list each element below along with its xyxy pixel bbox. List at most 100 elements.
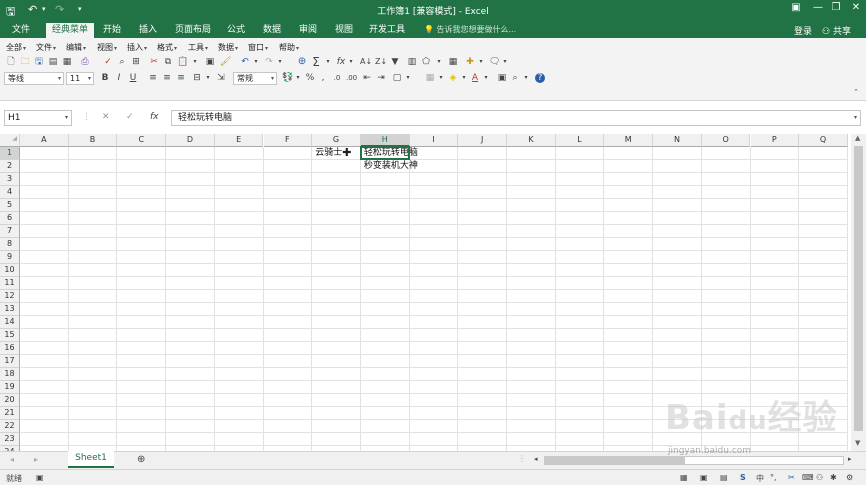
ime-skin-icon[interactable]: ✱: [830, 473, 837, 482]
cancel-icon[interactable]: ✕: [102, 112, 110, 122]
increase-indent-icon[interactable]: ⇥: [376, 73, 386, 83]
save-icon[interactable]: 🖫: [34, 57, 44, 67]
font-size-select[interactable]: 11 ▾: [66, 72, 94, 85]
enter-icon[interactable]: ✓: [126, 112, 134, 122]
help-icon[interactable]: ?: [535, 73, 545, 83]
close-button[interactable]: ✕: [846, 2, 866, 13]
restore-button[interactable]: ❐: [826, 2, 846, 13]
collapse-ribbon-icon[interactable]: ⌃: [851, 87, 861, 97]
number-format-select[interactable]: 常规 ▾: [233, 72, 277, 85]
scroll-right-icon[interactable]: ▸: [848, 455, 852, 463]
formula-input[interactable]: 轻松玩转电脑 ▾: [171, 110, 861, 126]
row-header-22[interactable]: 22: [0, 420, 20, 433]
drawing-icon[interactable]: ⬠: [421, 57, 431, 67]
function-dropdown-icon[interactable]: ▾: [346, 57, 356, 67]
row-header-12[interactable]: 12: [0, 290, 20, 303]
cut-icon[interactable]: ✂: [149, 57, 159, 67]
menu-all[interactable]: 全部: [6, 42, 26, 53]
bold-icon[interactable]: B: [100, 73, 110, 83]
row-header-14[interactable]: 14: [0, 316, 20, 329]
scroll-down-icon[interactable]: ▼: [855, 439, 860, 447]
borders-icon[interactable]: ▢: [392, 73, 402, 83]
function-icon[interactable]: fx: [336, 57, 346, 67]
currency-dropdown-icon[interactable]: ▾: [293, 73, 303, 83]
autosum-icon[interactable]: Σ: [311, 56, 321, 68]
column-header-q[interactable]: Q: [799, 134, 848, 147]
column-header-p[interactable]: P: [750, 134, 800, 147]
underline-icon[interactable]: U: [128, 73, 138, 83]
tab-review[interactable]: 审阅: [294, 23, 322, 38]
research-icon[interactable]: ⌕: [117, 57, 127, 67]
row-header-21[interactable]: 21: [0, 407, 20, 420]
row-header-3[interactable]: 3: [0, 173, 20, 186]
name-box[interactable]: H1 ▾: [4, 110, 72, 126]
active-cell-selection[interactable]: [359, 146, 410, 160]
tab-view[interactable]: 视图: [330, 23, 358, 38]
cell-style-icon[interactable]: ▦: [425, 73, 435, 83]
comment-dropdown-icon[interactable]: ▾: [500, 57, 510, 67]
menu-file[interactable]: 文件: [36, 42, 56, 53]
menu-data[interactable]: 数据: [218, 42, 238, 53]
paste-icon[interactable]: 📋: [177, 57, 188, 67]
menu-insert[interactable]: 插入: [127, 42, 147, 53]
share-button[interactable]: ⚇ 共享: [822, 24, 851, 37]
cell-style-dropdown-icon[interactable]: ▾: [436, 73, 446, 83]
login-link[interactable]: 登录: [794, 24, 812, 37]
borders-dropdown-icon[interactable]: ▾: [403, 73, 413, 83]
page-layout-view-icon[interactable]: ▣: [700, 473, 708, 482]
format-painter-icon[interactable]: 🖌: [220, 57, 231, 67]
undo-dropdown-icon[interactable]: ▾: [251, 57, 261, 67]
cell-g1[interactable]: 云骑士: [315, 147, 342, 160]
tab-home[interactable]: 开始: [98, 23, 126, 38]
filter-icon[interactable]: ▼: [390, 57, 400, 67]
currency-icon[interactable]: 💱: [282, 73, 293, 83]
column-header-f[interactable]: F: [263, 134, 313, 147]
minimize-button[interactable]: —: [808, 2, 828, 13]
horizontal-scroll-thumb[interactable]: [545, 457, 685, 464]
sort-ascending-icon[interactable]: A↓: [360, 57, 372, 67]
add-sheet-icon[interactable]: ⊕: [137, 454, 145, 465]
italic-icon[interactable]: I: [114, 73, 124, 83]
wrap-text-icon[interactable]: ⇲: [216, 73, 226, 83]
macro-record-icon[interactable]: ▣: [36, 473, 44, 482]
vertical-scrollbar[interactable]: ▲ ▼: [851, 134, 866, 451]
tell-me-box[interactable]: 💡 告诉我您想要做什么...: [424, 24, 516, 35]
normal-view-icon[interactable]: ▦: [680, 473, 688, 482]
drawing-dropdown-icon[interactable]: ▾: [434, 57, 444, 67]
paste-dropdown-icon[interactable]: ▾: [190, 57, 200, 67]
row-header-8[interactable]: 8: [0, 238, 20, 251]
scroll-up-icon[interactable]: ▲: [855, 134, 860, 142]
tab-formulas[interactable]: 公式: [222, 23, 250, 38]
ime-tools-icon[interactable]: ✂: [788, 473, 795, 482]
menu-edit[interactable]: 编辑: [66, 42, 86, 53]
menu-help[interactable]: 帮助: [279, 42, 299, 53]
copy-icon[interactable]: ⧉: [163, 57, 173, 67]
font-color-dropdown-icon[interactable]: ▾: [481, 73, 491, 83]
column-header-l[interactable]: L: [555, 134, 605, 147]
row-header-7[interactable]: 7: [0, 225, 20, 238]
sheet-tab[interactable]: Sheet1: [68, 451, 114, 468]
menu-format[interactable]: 格式: [157, 42, 177, 53]
freeze-dropdown-icon[interactable]: ▾: [476, 57, 486, 67]
row-header-10[interactable]: 10: [0, 264, 20, 277]
fill-color-icon[interactable]: ◈: [448, 73, 458, 83]
percent-icon[interactable]: %: [305, 73, 315, 83]
next-sheet-icon[interactable]: ▸: [34, 455, 38, 464]
column-header-k[interactable]: K: [507, 134, 556, 147]
permission-icon[interactable]: ▦: [62, 57, 72, 67]
tab-insert[interactable]: 插入: [134, 23, 162, 38]
row-header-19[interactable]: 19: [0, 381, 20, 394]
row-header-23[interactable]: 23: [0, 433, 20, 446]
row-header-15[interactable]: 15: [0, 329, 20, 342]
column-header-m[interactable]: M: [604, 134, 654, 147]
align-left-icon[interactable]: ≡: [148, 73, 158, 83]
tab-page-layout[interactable]: 页面布局: [171, 23, 215, 38]
expand-formula-icon[interactable]: ▾: [854, 111, 857, 125]
column-header-i[interactable]: I: [409, 134, 459, 147]
decrease-indent-icon[interactable]: ⇤: [362, 73, 372, 83]
column-header-b[interactable]: B: [68, 134, 118, 147]
row-header-6[interactable]: 6: [0, 212, 20, 225]
font-name-select[interactable]: 等线 ▾: [4, 72, 64, 85]
row-header-17[interactable]: 17: [0, 355, 20, 368]
undo-icon[interactable]: ↶: [240, 57, 250, 67]
